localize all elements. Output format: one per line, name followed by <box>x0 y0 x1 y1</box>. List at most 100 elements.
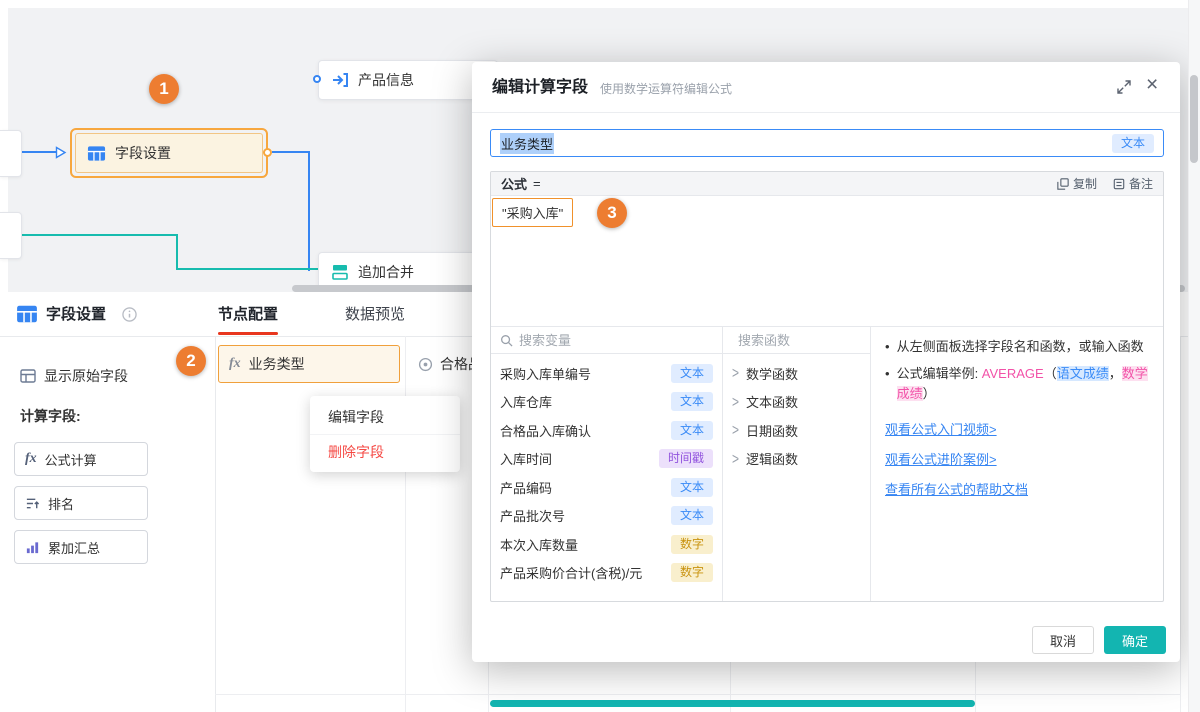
variable-search[interactable] <box>491 327 722 354</box>
offscreen-node[interactable] <box>0 212 22 259</box>
variable-item[interactable]: 产品采购价合计(含税)/元 数字 <box>500 559 713 588</box>
variable-item[interactable]: 本次入库数量 数字 <box>500 530 713 559</box>
function-list: > 数学函数 > 文本函数 > 日期函数 > 逻辑函数 <box>723 354 870 473</box>
copy-action[interactable]: 复制 <box>1057 175 1097 192</box>
calc-field-chip[interactable]: fx 业务类型 <box>218 345 400 383</box>
link-help-docs[interactable]: 查看所有公式的帮助文档 <box>885 480 1028 500</box>
node-port[interactable] <box>263 148 272 157</box>
fx-icon: fx <box>25 451 37 467</box>
field-context-menu: 编辑字段 删除字段 <box>310 396 460 472</box>
show-original-label: 显示原始字段 <box>44 366 128 386</box>
help-tip-text: 从左侧面板选择字段名和函数，或输入函数 <box>897 337 1144 357</box>
variables-column: 采购入库单编号 文本 入库仓库 文本 合格品入库确认 文本 入库时间 时间戳 <box>491 327 723 602</box>
node-label: 字段设置 <box>115 143 171 163</box>
variable-item[interactable]: 产品编码 文本 <box>500 473 713 502</box>
connector-line-blue <box>308 151 310 271</box>
variable-name: 入库时间 <box>500 449 552 468</box>
link-advanced-examples[interactable]: 观看公式进阶案例> <box>885 450 997 470</box>
type-tag: 数字 <box>671 535 713 554</box>
node-product-info[interactable]: 产品信息 <box>318 60 498 100</box>
type-tag: 文本 <box>671 392 713 411</box>
tab-node-config[interactable]: 节点配置 <box>218 304 278 326</box>
function-group[interactable]: > 数学函数 <box>732 359 861 388</box>
variable-item[interactable]: 产品批次号 文本 <box>500 502 713 531</box>
type-tag: 文本 <box>671 364 713 383</box>
formula-calc-button[interactable]: fx 公式计算 <box>14 442 148 476</box>
tab-data-preview[interactable]: 数据预览 <box>345 304 405 326</box>
close-icon[interactable]: × <box>1146 75 1158 95</box>
connector-line-teal <box>176 268 318 270</box>
edit-calc-field-dialog: 编辑计算字段 使用数学运算符编辑公式 × 业务类型 文本 公式 = 复制 <box>472 62 1180 662</box>
cancel-button[interactable]: 取消 <box>1032 626 1094 654</box>
tool-label: 排名 <box>48 494 74 513</box>
formula-value-token[interactable]: "采购入库" <box>492 198 573 227</box>
step-badge-1: 1 <box>149 74 179 104</box>
note-action[interactable]: 备注 <box>1113 175 1153 192</box>
variable-name: 本次入库数量 <box>500 535 578 554</box>
example-comma: ， <box>1109 366 1122 381</box>
merge-icon <box>331 263 349 281</box>
input-anchor-icon[interactable] <box>55 146 67 159</box>
info-icon[interactable] <box>122 307 137 322</box>
function-search[interactable] <box>723 327 870 354</box>
confirm-button[interactable]: 确定 <box>1104 626 1166 654</box>
bullet-icon: • <box>885 364 890 404</box>
variable-item[interactable]: 采购入库单编号 文本 <box>500 359 713 388</box>
connector-line-teal <box>176 234 178 270</box>
connector-line-blue <box>272 151 310 153</box>
example-prefix: 公式编辑举例: <box>897 366 982 381</box>
offscreen-node[interactable] <box>0 130 22 177</box>
variable-search-input[interactable] <box>519 333 713 348</box>
help-tip-text: 公式编辑举例: AVERAGE（语文成绩，数学成绩） <box>897 364 1149 404</box>
expand-icon[interactable] <box>1116 79 1132 95</box>
rank-button[interactable]: 排名 <box>14 486 148 520</box>
step-badge-3: 3 <box>597 198 627 228</box>
type-tag: 时间戳 <box>659 449 713 468</box>
field-name-value: 业务类型 <box>500 133 554 154</box>
step-badge-2: 2 <box>176 346 206 376</box>
formula-container: 公式 = 复制 备注 <box>490 171 1164 602</box>
variable-item[interactable]: 入库仓库 文本 <box>500 388 713 417</box>
tool-label: 公式计算 <box>45 450 97 469</box>
node-field-settings[interactable]: 字段设置 <box>70 128 268 178</box>
help-tip: • 从左侧面板选择字段名和函数，或输入函数 <box>885 337 1149 357</box>
field-type-tag: 文本 <box>1112 134 1154 153</box>
formula-label: 公式 <box>501 174 527 193</box>
dialog-header-divider <box>472 112 1180 113</box>
node-port[interactable] <box>313 75 321 83</box>
function-group-label: 日期函数 <box>746 421 798 440</box>
link-intro-video[interactable]: 观看公式入门视频> <box>885 420 997 440</box>
chevron-right-icon: > <box>732 421 739 439</box>
chevron-right-icon: > <box>732 393 739 411</box>
variable-item[interactable]: 入库时间 时间戳 <box>500 445 713 474</box>
function-group[interactable]: > 日期函数 <box>732 416 861 445</box>
menu-item-delete-field[interactable]: 删除字段 <box>310 434 460 468</box>
equals-sign: = <box>533 176 541 191</box>
chevron-right-icon: > <box>732 450 739 468</box>
variable-name: 产品采购价合计(含税)/元 <box>500 563 642 582</box>
fx-icon: fx <box>229 356 241 372</box>
help-column: • 从左侧面板选择字段名和函数，或输入函数 • 公式编辑举例: AVERAGE（… <box>871 327 1163 602</box>
menu-item-edit-field[interactable]: 编辑字段 <box>310 400 460 434</box>
grid-hline <box>215 694 1180 695</box>
cumulative-sum-button[interactable]: 累加汇总 <box>14 530 148 564</box>
show-original-fields[interactable]: 显示原始字段 <box>20 366 128 386</box>
import-arrow-icon <box>331 71 349 89</box>
function-group[interactable]: > 逻辑函数 <box>732 445 861 474</box>
note-label: 备注 <box>1129 175 1153 192</box>
function-group[interactable]: > 文本函数 <box>732 388 861 417</box>
field-name-input[interactable]: 业务类型 文本 <box>490 129 1164 157</box>
page-vertical-scrollbar[interactable] <box>1190 75 1198 163</box>
type-tag: 文本 <box>671 506 713 525</box>
rank-icon <box>25 496 40 511</box>
formula-editor[interactable]: "采购入库" <box>491 196 1163 326</box>
type-tag: 文本 <box>671 478 713 497</box>
variable-item[interactable]: 合格品入库确认 文本 <box>500 416 713 445</box>
search-icon <box>500 334 513 347</box>
grid-vline <box>405 336 406 712</box>
dialog-subtitle: 使用数学运算符编辑公式 <box>600 82 732 96</box>
variable-name: 入库仓库 <box>500 392 552 411</box>
copy-label: 复制 <box>1073 175 1097 192</box>
node-label: 追加合并 <box>358 262 414 282</box>
table-horizontal-scrollbar[interactable] <box>490 700 975 707</box>
